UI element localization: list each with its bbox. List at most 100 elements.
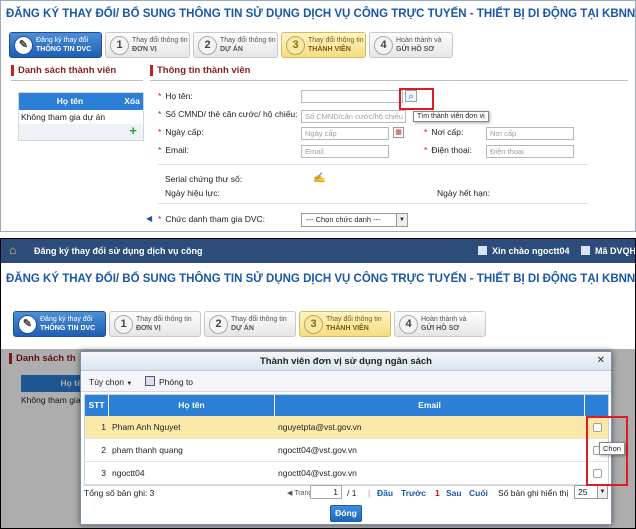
pencil-icon: ✎ (18, 315, 37, 334)
row-stt: 3 (101, 468, 106, 478)
table-row[interactable]: 2 pham thanh quang ngoctt04@vst.gov.vn (85, 439, 608, 462)
step-line1: Thay đổi thông tin (220, 37, 276, 44)
step-tab-member[interactable]: 3 Thay đổi thông tin THÀNH VIÊN (299, 311, 391, 337)
dialog-title: Thành viên đơn vị sử dụng ngân sách (81, 352, 611, 371)
close-icon[interactable]: ✕ (597, 355, 605, 366)
step-tab-submit[interactable]: 4 Hoàn thành và GỬI HỒ SƠ (394, 311, 486, 337)
step-number: 3 (304, 315, 323, 334)
step-number: 4 (374, 36, 393, 55)
page-last[interactable]: Cuối (469, 488, 488, 498)
email-input[interactable]: Email (301, 145, 389, 158)
step-tab-project[interactable]: 2 Thay đổi thông tin DỰ ÁN (204, 311, 296, 337)
page-of: / 1 (347, 488, 357, 498)
chuc-danh-value: --- Chọn chức danh --- (306, 215, 381, 224)
step-number: 2 (209, 315, 228, 334)
step-tab-register[interactable]: ✎ Đăng ký thay đổi THÔNG TIN DVC (13, 311, 106, 337)
ngay-cap-input[interactable]: Ngày cấp (301, 127, 389, 140)
step-tab-project[interactable]: 2 Thay đổi thông tin DỰ ÁN (193, 32, 278, 58)
col-stt: STT (85, 395, 109, 416)
close-button[interactable]: Đóng (330, 505, 362, 522)
options-menu[interactable]: Tùy chọn ▼ (89, 377, 132, 387)
row-email: ngoctt04@vst.gov.vn (278, 445, 357, 455)
greeting[interactable]: Xin chào ngoctt04 (492, 246, 570, 256)
dialog-toolbar: Tùy chọn ▼ Phóng to (81, 372, 611, 392)
chevron-down-icon: ▼ (597, 486, 607, 498)
page-first[interactable]: Đầu (377, 488, 393, 498)
noi-cap-input[interactable]: Nơi cấp (486, 127, 574, 140)
step-line2: GỬI HỒ SƠ (396, 45, 435, 53)
page-title: ĐĂNG KÝ THAY ĐỔI/ BỔ SUNG THÔNG TIN SỬ D… (6, 8, 636, 20)
step-line1: Thay đổi thông tin (132, 37, 188, 44)
page-next[interactable]: Sau (446, 488, 462, 498)
per-page-value: 25 (578, 487, 588, 497)
home-icon[interactable]: ⌂ (9, 243, 16, 257)
email-label: * Email: (158, 145, 189, 155)
step-line2: DỰ ÁN (231, 324, 254, 332)
step-tab-member[interactable]: 3 Thay đổi thông tin THÀNH VIÊN (281, 32, 366, 58)
calendar-icon[interactable]: ▦ (393, 127, 404, 138)
per-page-label: Số bản ghi hiển thị (498, 488, 569, 498)
search-tooltip: Tìm thành viên đơn vị (413, 111, 489, 122)
step-number: 4 (399, 315, 418, 334)
noi-cap-label: * Nơi cấp: (424, 127, 464, 137)
row-name: pham thanh quang (112, 445, 183, 455)
step-tab-submit[interactable]: 4 Hoàn thành và GỬI HỒ SƠ (369, 32, 453, 58)
chuc-danh-label: * Chức danh tham gia DVC: (158, 214, 266, 224)
step-tabs: ✎ Đăng ký thay đổi THÔNG TIN DVC 1 Thay đ… (9, 32, 456, 58)
plus-icon[interactable]: + (129, 124, 137, 138)
step-line2: THÔNG TIN DVC (40, 324, 96, 332)
maximize-button[interactable]: Phóng to (159, 377, 193, 387)
user-icon (478, 246, 487, 255)
page-prev[interactable]: Trước (401, 488, 426, 498)
row-name: ngoctt04 (112, 468, 145, 478)
cmnd-input[interactable]: Số CMND/căn cước/hộ chiếu (301, 110, 406, 123)
step-tab-register[interactable]: ✎ Đăng ký thay đổi THÔNG TIN DVC (9, 32, 102, 58)
col-name-header: Họ tên (19, 93, 121, 110)
table-row[interactable]: 3 ngoctt04 ngoctt04@vst.gov.vn (85, 462, 608, 485)
row-stt: 1 (101, 422, 106, 432)
row-email: ngoctt04@vst.gov.vn (278, 468, 357, 478)
step-line2: GỬI HỒ SƠ (421, 324, 460, 332)
member-table: Họ tên Xóa Không tham gia dự án + (18, 92, 144, 141)
step-number: 2 (198, 36, 217, 55)
step-line2: THÀNH VIÊN (326, 324, 369, 332)
member-row[interactable]: Không tham gia dự án (19, 110, 143, 124)
col-select (585, 395, 608, 416)
total-records: Tổng số bản ghi: 3 (84, 488, 155, 498)
search-highlight (399, 88, 434, 110)
dien-thoai-input[interactable]: Điện thoại (486, 145, 574, 158)
member-list-heading: Danh sách thành viên (11, 65, 143, 76)
row-stt: 2 (101, 445, 106, 455)
page-input[interactable]: 1 (310, 485, 342, 499)
step-line1: Thay đổi thông tin (326, 316, 382, 323)
collapse-arrow-icon[interactable]: ◀ (146, 214, 152, 223)
topbar-title[interactable]: Đăng ký thay đổi sử dụng dịch vụ công (34, 246, 203, 256)
step-line1: Đăng ký thay đổi (40, 316, 93, 323)
step-line1: Thay đổi thông tin (136, 316, 192, 323)
select-tooltip: Chọn (599, 442, 625, 455)
col-email: Email (275, 395, 585, 416)
step-line1: Hoàn thành và (421, 316, 467, 323)
pencil-icon: ✎ (14, 36, 33, 55)
top-bar: ⌂ Đăng ký thay đổi sử dụng dịch vụ công … (1, 239, 636, 263)
per-page-select[interactable]: 25 ▼ (574, 485, 608, 499)
step-line1: Hoàn thành và (396, 37, 442, 44)
ngay-cap-label: * Ngày cấp: (158, 127, 204, 137)
step-tab-unit[interactable]: 1 Thay đổi thông tin ĐƠN VỊ (105, 32, 190, 58)
step-number: 1 (114, 315, 133, 334)
step-line1: Thay đổi thông tin (231, 316, 287, 323)
unit-code: Mã DVQHNS (595, 246, 636, 256)
maximize-icon[interactable] (145, 376, 155, 386)
member-grid: STT Họ tên Email 1 Pham Anh Nguyet nguye… (84, 394, 609, 486)
step-number: 3 (286, 36, 305, 55)
table-row[interactable]: 1 Pham Anh Nguyet nguyetpta@vst.gov.vn (85, 416, 608, 439)
serial-label: Serial chứng thư số: (165, 174, 243, 184)
step-tab-unit[interactable]: 1 Thay đổi thông tin ĐƠN VỊ (109, 311, 201, 337)
certificate-icon[interactable]: ✍ (313, 173, 325, 184)
step-line1: Đăng ký thay đổi (36, 37, 89, 44)
page-label: ◀ Trang (287, 490, 313, 497)
step-line2: ĐƠN VỊ (136, 324, 161, 332)
row-name: Pham Anh Nguyet (112, 422, 181, 432)
ho-ten-input[interactable] (301, 90, 403, 103)
chuc-danh-select[interactable]: --- Chọn chức danh --- ▼ (301, 213, 408, 227)
